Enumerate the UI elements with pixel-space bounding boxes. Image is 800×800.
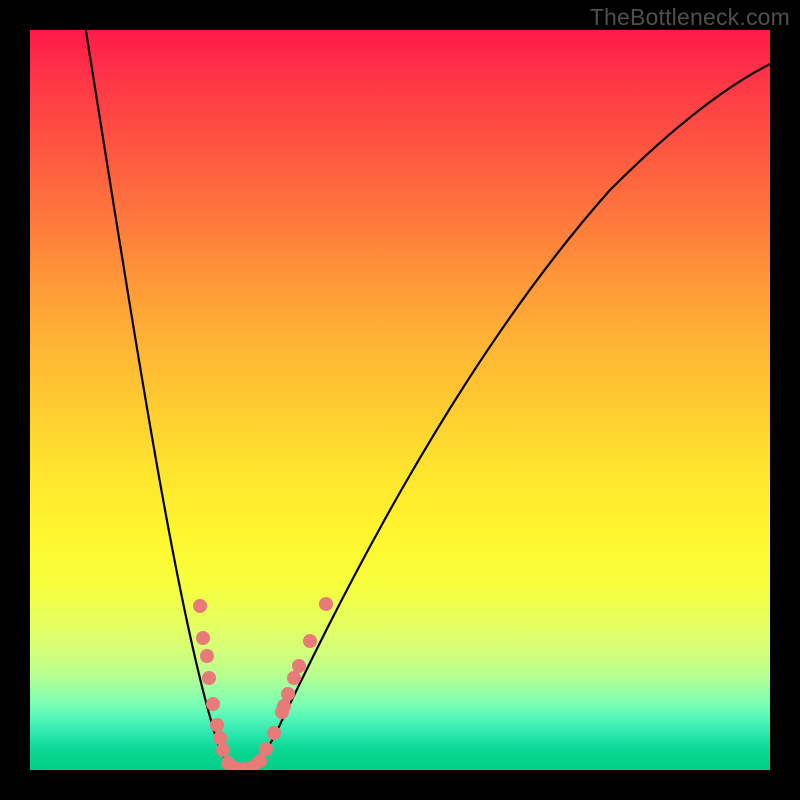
sample-point [202,671,216,685]
watermark-text: TheBottleneck.com [590,4,790,31]
sample-point [319,597,333,611]
sample-point [213,731,227,745]
sample-point [277,699,291,713]
sample-point [193,599,207,613]
chart-svg [30,30,770,770]
sample-point [216,743,230,757]
sample-point [259,742,273,756]
sample-point [206,697,220,711]
sample-point [281,687,295,701]
bottleneck-curve [85,30,770,770]
sample-point [210,718,224,732]
sample-point [200,649,214,663]
sample-point [196,631,210,645]
chart-frame: TheBottleneck.com [0,0,800,800]
sample-point [292,659,306,673]
plot-area [30,30,770,770]
sample-point [253,754,267,768]
sample-point [303,634,317,648]
sample-points-group [193,597,333,770]
sample-point [287,671,301,685]
sample-point [267,726,281,740]
